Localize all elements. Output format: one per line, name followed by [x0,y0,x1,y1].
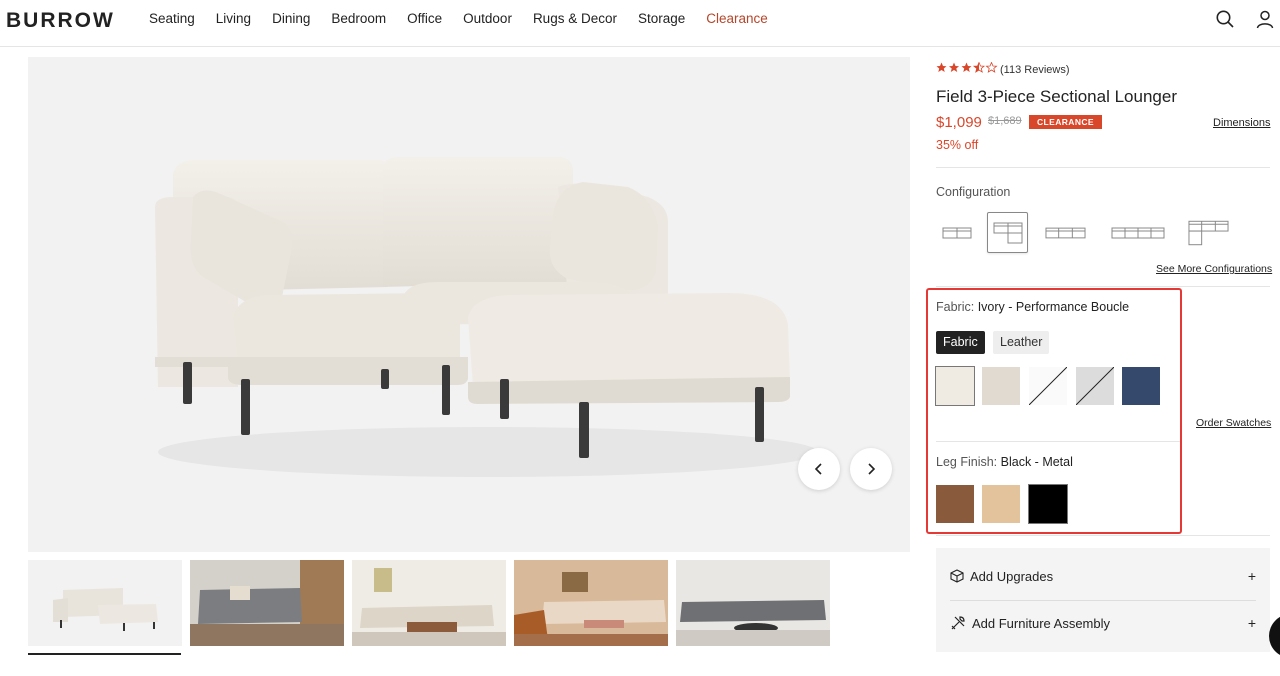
review-count-link[interactable]: (113 Reviews) [1000,64,1070,76]
config-option-loveseat[interactable] [936,212,977,253]
config-option-sofa[interactable] [1045,212,1086,253]
options-highlight-box [926,288,1182,534]
extended-sofa-config-icon [1111,227,1165,238]
loveseat-config-icon [942,227,971,238]
thumbnail-3[interactable] [352,560,506,646]
thumbnail-2[interactable] [190,560,344,646]
nav-item-office[interactable]: Office [407,11,442,26]
thumbnail-4[interactable] [514,560,668,646]
site-header: BURROW Seating Living Dining Bedroom Off… [0,0,1280,47]
add-upgrades-row[interactable]: Add Upgrades + [950,553,1256,599]
section-divider [936,535,1270,536]
nav-item-seating[interactable]: Seating [149,11,195,26]
chat-button[interactable] [1269,614,1280,658]
add-assembly-row[interactable]: Add Furniture Assembly + [950,600,1256,646]
thumbnail-1[interactable] [28,560,182,646]
order-swatches-link[interactable]: Order Swatches [1196,417,1271,429]
product-title: Field 3-Piece Sectional Lounger [936,87,1177,106]
sectional-sofa-image [155,157,818,477]
plus-icon: + [1247,568,1256,584]
chevron-right-icon [868,463,876,475]
see-more-configurations-link[interactable]: See More Configurations [1156,263,1272,275]
nav-item-dining[interactable]: Dining [272,11,310,26]
rating-stars[interactable] [936,61,998,76]
next-image-button[interactable] [850,448,892,490]
nav-item-storage[interactable]: Storage [638,11,685,26]
sectional-lounger-config-icon [993,222,1022,243]
section-divider [936,167,1270,168]
discount-text: 35% off [936,138,979,152]
add-assembly-label: Add Furniture Assembly [972,615,1111,631]
product-main-image [28,57,910,552]
prev-image-button[interactable] [798,448,840,490]
clearance-badge: CLEARANCE [1029,115,1102,129]
config-option-sectional-lounger[interactable] [987,212,1028,253]
nav-item-bedroom[interactable]: Bedroom [331,11,386,26]
l-sectional-config-icon [1188,220,1229,245]
sale-price: $1,099 [936,114,982,131]
plus-icon: + [1247,615,1256,631]
chevron-left-icon [814,463,822,475]
thumbnail-active-indicator [28,653,181,655]
configuration-label: Configuration [936,185,1011,199]
addons-panel: Add Upgrades + Add Furniture Assembly + [936,548,1270,652]
main-nav: Seating Living Dining Bedroom Office Out… [149,11,789,26]
add-upgrades-label: Add Upgrades [970,568,1054,584]
brand-logo[interactable]: BURROW [6,9,115,33]
section-divider [936,286,1270,287]
box-icon [950,569,964,583]
thumbnail-5[interactable] [676,560,830,646]
tools-icon [951,616,965,630]
config-option-extended-sofa[interactable] [1110,212,1166,253]
nav-item-living[interactable]: Living [216,11,251,26]
original-price: $1,689 [988,115,1022,127]
dimensions-link[interactable]: Dimensions [1213,117,1270,129]
nav-item-rugs-decor[interactable]: Rugs & Decor [533,11,617,26]
user-icon[interactable] [1255,9,1275,29]
nav-item-outdoor[interactable]: Outdoor [463,11,512,26]
sofa-config-icon [1045,227,1086,238]
nav-item-clearance[interactable]: Clearance [706,11,768,26]
config-option-l-sectional[interactable] [1188,212,1229,253]
search-icon[interactable] [1215,9,1235,29]
